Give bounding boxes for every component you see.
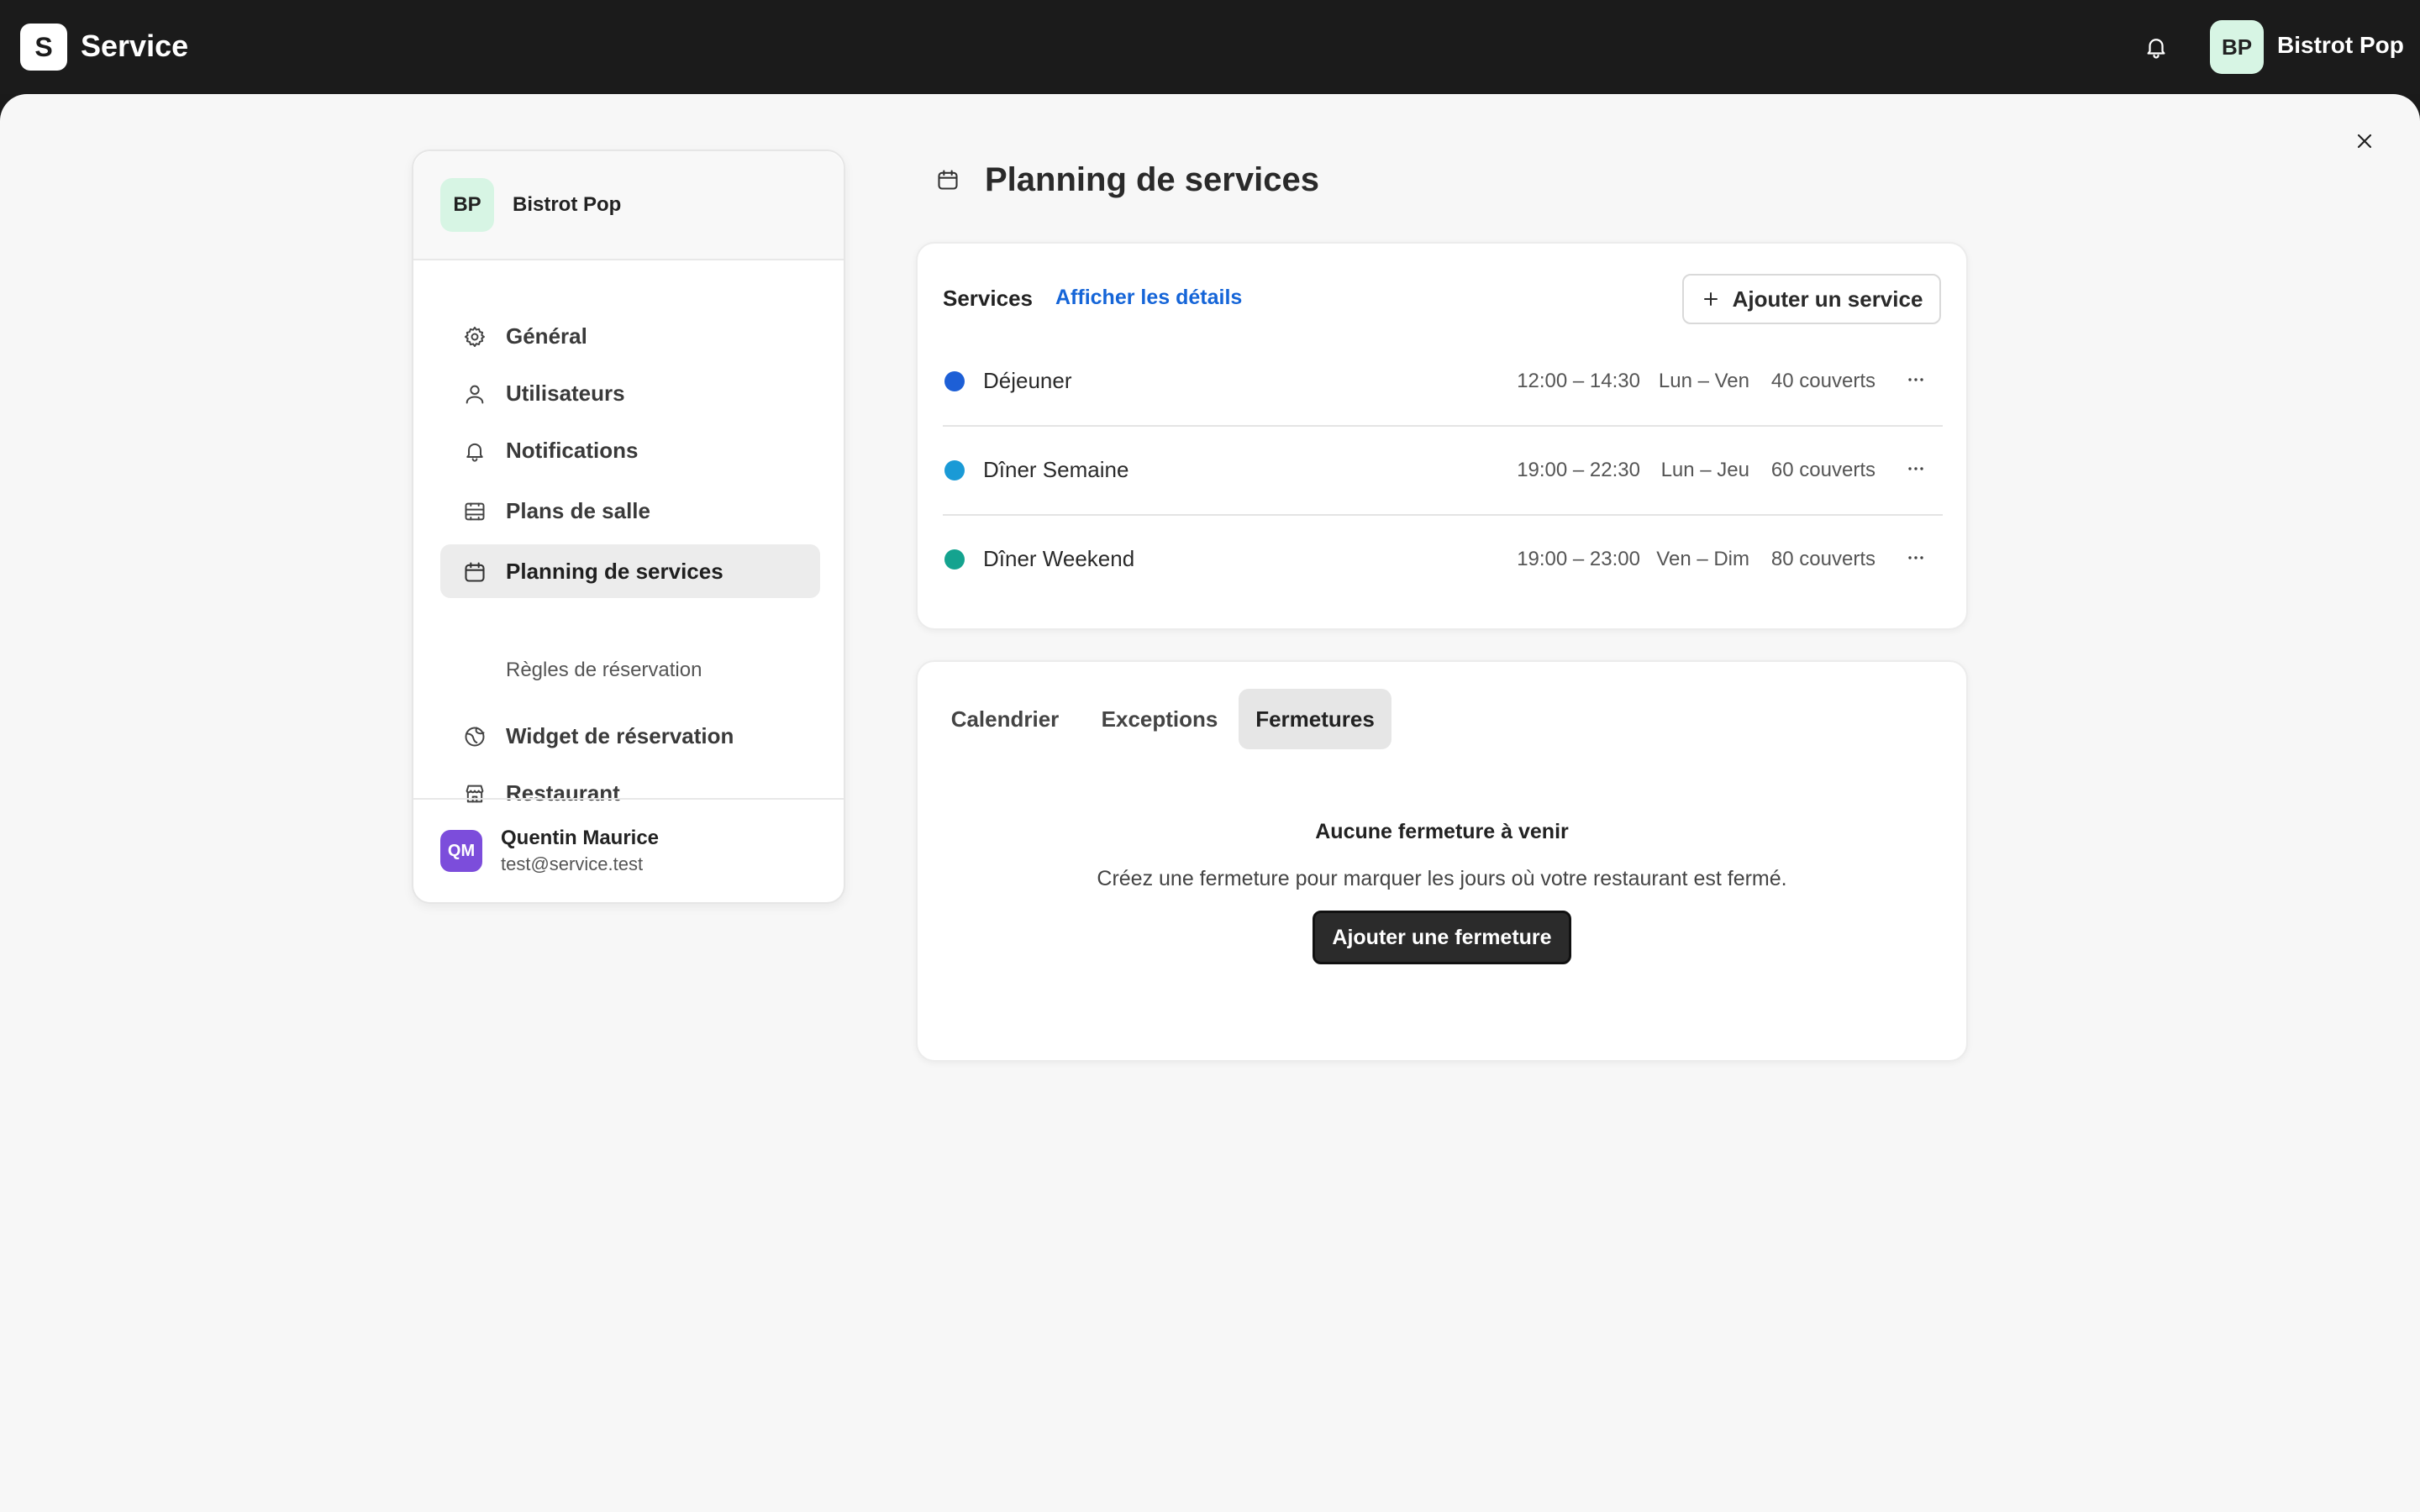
sidebar-item-restaurant[interactable]: Restaurant <box>440 766 820 820</box>
service-time: 12:00 – 14:30 <box>1517 370 1640 392</box>
calendar-icon <box>462 559 487 585</box>
add-service-button[interactable]: Ajouter un service <box>1682 274 1941 324</box>
tab-closures[interactable]: Fermetures <box>1239 689 1392 749</box>
service-name: Dîner Semaine <box>983 457 1129 482</box>
more-options-icon[interactable] <box>1901 454 1931 484</box>
plus-icon <box>1703 292 1718 306</box>
store-icon <box>462 781 487 806</box>
empty-state-description: Créez une fermeture pour marquer les jou… <box>1097 867 1787 890</box>
service-color-dot <box>944 371 965 391</box>
gear-icon <box>462 324 487 349</box>
service-time: 19:00 – 22:30 <box>1517 459 1640 481</box>
account-name[interactable]: Bistrot Pop <box>2277 32 2404 59</box>
service-name: Déjeuner <box>983 368 1072 393</box>
services-card: Services Afficher les détails Ajouter un… <box>916 242 1968 630</box>
divider <box>413 798 844 800</box>
sidebar-item-users[interactable]: Utilisateurs <box>440 366 820 420</box>
sidebar-item-floor-plans[interactable]: Plans de salle <box>440 484 820 538</box>
user-avatar[interactable]: QM <box>440 830 482 872</box>
globe-icon <box>462 724 487 749</box>
sidebar-item-label: Notifications <box>506 437 639 463</box>
service-row[interactable]: Déjeuner 12:00 – 14:30 Lun – Ven 40 couv… <box>943 338 1943 427</box>
more-options-icon[interactable] <box>1901 365 1931 395</box>
service-color-dot <box>944 549 965 570</box>
service-covers: 40 couverts <box>1770 370 1876 392</box>
show-details-link[interactable]: Afficher les détails <box>1055 286 1242 310</box>
bell-icon <box>462 438 487 464</box>
sidebar-item-general[interactable]: Général <box>440 309 820 363</box>
more-options-icon[interactable] <box>1901 543 1931 573</box>
app-logo[interactable]: S <box>20 24 67 71</box>
sidebar-item-label: Restaurant <box>506 780 620 806</box>
service-covers: 80 couverts <box>1770 548 1876 570</box>
app-name: Service <box>81 29 189 63</box>
service-color-dot <box>944 460 965 480</box>
service-name: Dîner Weekend <box>983 546 1135 571</box>
services-heading: Services <box>943 286 1033 311</box>
page-title: Planning de services <box>985 161 1319 198</box>
sidebar-item-label: Plans de salle <box>506 497 650 523</box>
sidebar-item-label: Widget de réservation <box>506 722 734 748</box>
close-icon[interactable] <box>2348 124 2381 158</box>
service-days: Lun – Ven <box>1658 370 1749 392</box>
sidebar-item-label: Planning de services <box>506 558 723 584</box>
org-name: Bistrot Pop <box>513 193 622 216</box>
sidebar-item-service-planning[interactable]: Planning de services <box>440 544 820 598</box>
user-email: test@service.test <box>501 853 644 874</box>
account-avatar[interactable]: BP <box>2210 20 2264 74</box>
top-bar: S Service BP Bistrot Pop <box>0 0 2420 94</box>
closures-card: Calendrier Exceptions Fermetures Aucune … <box>916 660 1968 1062</box>
empty-state-title: Aucune fermeture à venir <box>1315 820 1569 843</box>
sidebar-item-notifications[interactable]: Notifications <box>440 423 820 477</box>
floor-plan-icon <box>462 499 487 524</box>
service-covers: 60 couverts <box>1770 459 1876 481</box>
tab-exceptions[interactable]: Exceptions <box>1086 689 1234 749</box>
sidebar-item-label: Général <box>506 323 587 349</box>
service-time: 19:00 – 23:00 <box>1517 548 1640 570</box>
bell-icon[interactable] <box>2139 30 2173 64</box>
add-closure-button[interactable]: Ajouter une fermeture <box>1313 911 1571 964</box>
tab-calendar[interactable]: Calendrier <box>936 689 1074 749</box>
org-avatar: BP <box>440 178 494 232</box>
calendar-icon <box>934 166 961 193</box>
org-header: BP Bistrot Pop <box>413 151 844 260</box>
service-days: Ven – Dim <box>1656 548 1749 570</box>
service-days: Lun – Jeu <box>1660 459 1749 481</box>
add-service-label: Ajouter un service <box>1732 286 1923 312</box>
user-icon <box>462 381 487 407</box>
settings-sheet: BP Bistrot Pop Général Utilisateurs Noti… <box>0 94 2420 1512</box>
settings-sidebar: BP Bistrot Pop Général Utilisateurs Noti… <box>412 150 845 904</box>
sidebar-item-booking-widget[interactable]: Widget de réservation <box>440 709 820 763</box>
user-name: Quentin Maurice <box>501 827 660 849</box>
service-row[interactable]: Dîner Semaine 19:00 – 22:30 Lun – Jeu 60… <box>943 427 1943 516</box>
service-row[interactable]: Dîner Weekend 19:00 – 23:00 Ven – Dim 80… <box>943 516 1943 605</box>
sidebar-subitem-booking-rules[interactable]: Règles de réservation <box>506 659 702 682</box>
sidebar-item-label: Utilisateurs <box>506 380 625 406</box>
